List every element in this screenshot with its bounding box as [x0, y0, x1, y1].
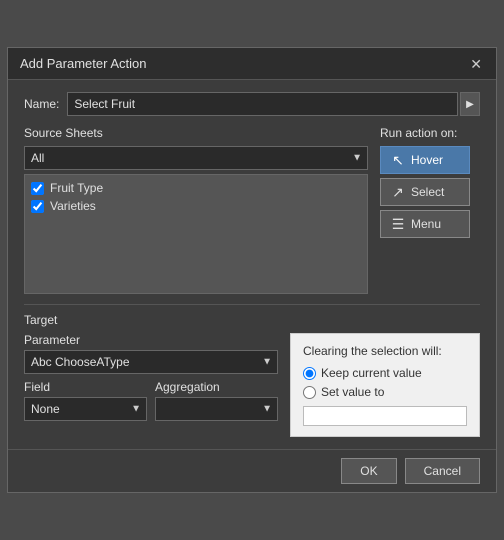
- agg-col: Aggregation ▼: [155, 380, 278, 425]
- field-col: Field None ▼: [24, 380, 147, 425]
- parameter-dropdown[interactable]: Abc ChooseAType: [24, 350, 278, 374]
- sheets-list: Fruit Type Varieties: [24, 174, 368, 294]
- dialog-container: Add Parameter Action ✕ Name: ▶ Source Sh…: [7, 47, 497, 493]
- aggregation-label: Aggregation: [155, 380, 278, 394]
- name-row: Name: ▶: [24, 92, 480, 116]
- separator: [24, 304, 480, 305]
- sheet-item-fruit-type: Fruit Type: [29, 179, 363, 197]
- select-label: Select: [411, 185, 444, 199]
- menu-label: Menu: [411, 217, 441, 231]
- set-value-radio[interactable]: [303, 386, 316, 399]
- keep-current-row: Keep current value: [303, 366, 467, 380]
- source-sheets-dropdown-wrapper: All ▼: [24, 146, 368, 170]
- clearing-title: Clearing the selection will:: [303, 344, 467, 358]
- field-label: Field: [24, 380, 147, 394]
- hover-label: Hover: [411, 153, 443, 167]
- target-row: Parameter Abc ChooseAType ▼ Field Non: [24, 333, 480, 437]
- target-left: Parameter Abc ChooseAType ▼ Field Non: [24, 333, 278, 425]
- run-action-panel: Run action on: ↖ Hover ↗ Select ☰ Menu: [380, 126, 480, 294]
- field-dropdown-wrapper: None ▼: [24, 397, 147, 421]
- footer: OK Cancel: [8, 449, 496, 492]
- target-section: Target Parameter Abc ChooseAType ▼ Field: [24, 313, 480, 437]
- source-sheets-dropdown[interactable]: All: [24, 146, 368, 170]
- target-label: Target: [24, 313, 480, 327]
- keep-current-radio[interactable]: [303, 367, 316, 380]
- keep-current-label: Keep current value: [321, 366, 422, 380]
- ok-button[interactable]: OK: [341, 458, 396, 484]
- main-content: Source Sheets All ▼ Fruit Type Varieties: [24, 126, 480, 294]
- hover-icon: ↖: [391, 152, 405, 169]
- set-value-label: Set value to: [321, 385, 384, 399]
- parameter-label: Parameter: [24, 333, 278, 347]
- dialog-body: Name: ▶ Source Sheets All ▼ Fruit Type: [8, 80, 496, 449]
- clearing-panel: Clearing the selection will: Keep curren…: [290, 333, 480, 437]
- varieties-label: Varieties: [50, 199, 96, 213]
- name-arrow-button[interactable]: ▶: [460, 92, 480, 116]
- field-agg-row: Field None ▼ Aggregation: [24, 380, 278, 425]
- source-sheets-panel: Source Sheets All ▼ Fruit Type Varieties: [24, 126, 368, 294]
- dialog-title: Add Parameter Action: [20, 56, 146, 71]
- name-input[interactable]: [67, 92, 458, 116]
- varieties-checkbox[interactable]: [31, 200, 44, 213]
- select-icon: ↗: [391, 184, 405, 201]
- parameter-dropdown-wrapper: Abc ChooseAType ▼: [24, 350, 278, 374]
- run-action-label: Run action on:: [380, 126, 480, 140]
- hover-button[interactable]: ↖ Hover: [380, 146, 470, 174]
- select-button[interactable]: ↗ Select: [380, 178, 470, 206]
- source-sheets-label: Source Sheets: [24, 126, 368, 140]
- field-dropdown[interactable]: None: [24, 397, 147, 421]
- sheet-item-varieties: Varieties: [29, 197, 363, 215]
- aggregation-dropdown[interactable]: [155, 397, 278, 421]
- fruit-type-checkbox[interactable]: [31, 182, 44, 195]
- fruit-type-label: Fruit Type: [50, 181, 103, 195]
- menu-icon: ☰: [391, 216, 405, 233]
- title-bar: Add Parameter Action ✕: [8, 48, 496, 80]
- set-value-row: Set value to: [303, 385, 467, 399]
- menu-button[interactable]: ☰ Menu: [380, 210, 470, 238]
- aggregation-dropdown-wrapper: ▼: [155, 397, 278, 421]
- close-button[interactable]: ✕: [468, 57, 484, 71]
- cancel-button[interactable]: Cancel: [405, 458, 480, 484]
- set-value-input[interactable]: [303, 406, 467, 426]
- name-label: Name:: [24, 97, 59, 111]
